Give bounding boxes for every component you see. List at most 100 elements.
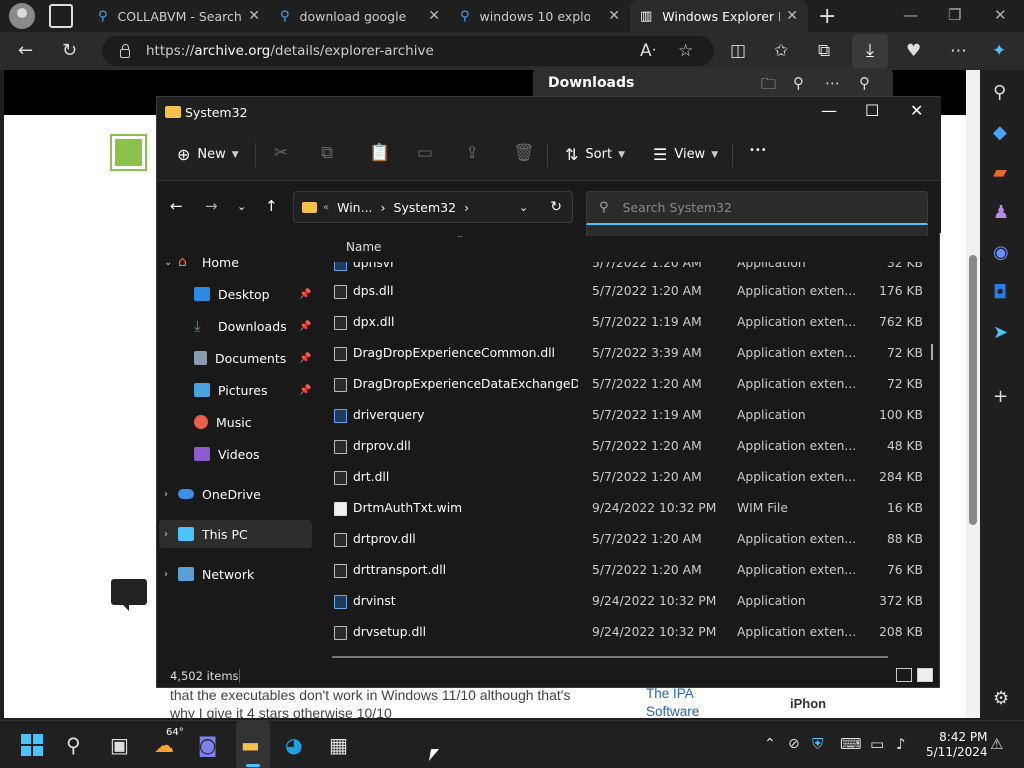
browser-tab-4[interactable]: ▥ Windows Explorer File ✕ [630,0,808,32]
pin-icon[interactable]: 📌 [299,385,311,396]
new-tab-button[interactable]: + [818,4,836,29]
view-button[interactable]: ☰ View ▼ [653,145,718,164]
tab-close-icon[interactable]: ✕ [248,8,260,24]
address-bar[interactable]: https://archive.org/details/explorer-arc… [102,36,714,66]
search-input-box[interactable]: ⚲ [586,191,928,225]
file-row[interactable]: driverquery 5/7/2022 1:19 AM Application… [316,400,936,431]
new-button[interactable]: ⊕ New ▼ [177,145,239,164]
search-icon[interactable]: ⚲ [66,733,81,757]
file-row[interactable]: dpx.dll 5/7/2022 1:19 AM Application ext… [316,307,936,338]
add-sidebar-icon[interactable]: + [993,386,1008,407]
recent-chevron-icon[interactable]: ⌄ [237,200,246,213]
profile-avatar[interactable] [9,3,35,29]
health-icon[interactable]: ♥ [906,41,921,61]
refresh-icon[interactable]: ↻ [550,199,562,215]
breadcrumb[interactable]: « Win... › System32 › ⌄ ↻ [293,191,573,223]
notification-icon[interactable]: ⚠ [990,735,1003,753]
send-icon[interactable]: ➤ [993,322,1008,343]
copy-icon[interactable]: ⧉ [321,143,333,163]
ipa-software-link[interactable]: The IPA Software [646,685,699,721]
close-icon[interactable]: ✕ [994,6,1007,24]
tree-item-home[interactable]: ⌄ ⌂ Home [164,248,314,276]
tiles-view-icon[interactable] [917,668,933,682]
network-icon[interactable]: ⊘ [788,736,800,752]
delete-icon[interactable]: 🗑 [513,143,535,163]
rename-icon[interactable]: ▭ [417,143,433,163]
browser-tab-1[interactable]: ⚲ COLLABVM - Search ✕ [88,0,270,32]
back-arrow-icon[interactable]: ← [170,197,183,215]
paste-icon[interactable]: 📋 [369,143,390,163]
teams-chat-icon[interactable]: ◙ [198,733,217,757]
display-icon[interactable]: ▭ [870,735,884,753]
file-row[interactable]: drvsetup.dll 9/24/2022 10:32 PM Applicat… [316,617,936,648]
column-header-name[interactable]: Name [346,240,381,254]
details-view-icon[interactable] [896,668,912,682]
file-row[interactable]: drvinst 9/24/2022 10:32 PM Application 3… [316,586,936,617]
chevron-up-icon[interactable]: ⌃ [764,736,776,752]
file-row[interactable]: drtprov.dll 5/7/2022 1:20 AM Application… [316,524,936,555]
tab-close-icon[interactable]: ✕ [786,8,798,24]
file-row[interactable]: DragDropExperienceCommon.dll 5/7/2022 3:… [316,338,936,369]
browser-tab-2[interactable]: ⚲ download google - S ✕ [270,0,450,32]
cut-icon[interactable]: ✂ [274,143,288,163]
search-icon[interactable]: ⚲ [993,82,1006,103]
taskbar-clock[interactable]: 8:42 PM 5/11/2024 [926,730,988,760]
pin-icon[interactable]: 📌 [299,321,311,332]
maximize-icon[interactable]: ☐ [865,101,879,120]
horizontal-scrollbar[interactable] [332,656,888,658]
more-button[interactable]: ••• [749,145,767,156]
minimize-icon[interactable]: — [821,101,837,120]
collections-icon[interactable]: ⧉ [818,41,830,61]
restore-icon[interactable]: ❐ [948,6,961,24]
breadcrumb-system32[interactable]: System32 [394,200,457,215]
up-arrow-icon[interactable]: ↑ [265,197,278,215]
edge-browser-icon[interactable]: ◕ [285,733,302,757]
tree-item-onedrive[interactable]: › OneDrive [164,480,314,508]
tree-item-downloads[interactable]: ⤓ Downloads 📌 [194,312,314,340]
back-icon[interactable]: ← [18,40,33,61]
defender-shield-icon[interactable]: ⛨ [812,735,823,753]
tree-item-network[interactable]: › Network [164,560,314,588]
pin-icon[interactable]: ⚲ [859,74,870,92]
split-screen-icon[interactable]: ◫ [730,41,746,61]
read-aloud-icon[interactable]: Aᐧ [640,41,656,61]
settings-gear-icon[interactable]: ⚙ [993,688,1009,709]
search-input[interactable] [622,200,903,215]
tools-icon[interactable]: ▰ [993,162,1007,183]
store-icon[interactable]: ▦ [329,733,348,757]
minimize-icon[interactable]: — [903,6,918,24]
pin-icon[interactable]: 📌 [299,289,311,300]
volume-icon[interactable]: ♪ [896,735,906,753]
chat-icon[interactable] [111,579,147,611]
downloads-button[interactable]: ⤓ [852,34,888,68]
favorite-star-icon[interactable]: ☆ [678,41,693,61]
copilot-sidebar-icon[interactable]: ◉ [993,242,1009,263]
tab-actions-icon[interactable] [49,4,73,28]
task-view-icon[interactable]: ▣ [110,733,129,757]
tree-item-music[interactable]: Music [194,408,314,436]
tree-item-pictures[interactable]: Pictures 📌 [194,376,314,404]
file-row[interactable]: drprov.dll 5/7/2022 1:20 AM Application … [316,431,936,462]
close-icon[interactable]: ✕ [910,101,923,120]
more-options-icon[interactable]: ⋯ [825,74,840,92]
file-row[interactable]: DrtmAuthTxt.wim 9/24/2022 10:32 PM WIM F… [316,493,936,524]
tree-item-videos[interactable]: Videos [194,440,314,468]
more-menu-icon[interactable]: ⋯ [950,41,967,61]
file-explorer-icon[interactable]: ▬ [241,733,260,757]
explorer-title-bar[interactable]: System32 — ☐ ✕ [157,97,941,129]
sort-button[interactable]: ⇅ Sort ▼ [565,145,625,164]
file-row[interactable]: DragDropExperienceDataExchangeDeleg... 5… [316,369,936,400]
outlook-icon[interactable]: ◘ [993,282,1007,303]
file-row[interactable]: drttransport.dll 5/7/2022 1:20 AM Applic… [316,555,936,586]
browser-tab-3[interactable]: ⚲ windows 10 explorer ✕ [450,0,630,32]
vertical-scroll-indicator[interactable] [931,344,933,360]
tree-item-documents[interactable]: Documents 📌 [194,344,314,372]
games-icon[interactable]: ♟ [993,202,1009,223]
search-icon[interactable]: ⚲ [793,74,804,92]
forward-arrow-icon[interactable]: → [205,197,218,215]
share-icon[interactable]: ⇪ [465,143,479,163]
tab-close-icon[interactable]: ✕ [608,8,620,24]
pin-icon[interactable]: 📌 [299,353,311,364]
chevron-down-icon[interactable]: ⌄ [519,201,528,214]
copilot-icon[interactable]: ✦ [992,41,1006,61]
